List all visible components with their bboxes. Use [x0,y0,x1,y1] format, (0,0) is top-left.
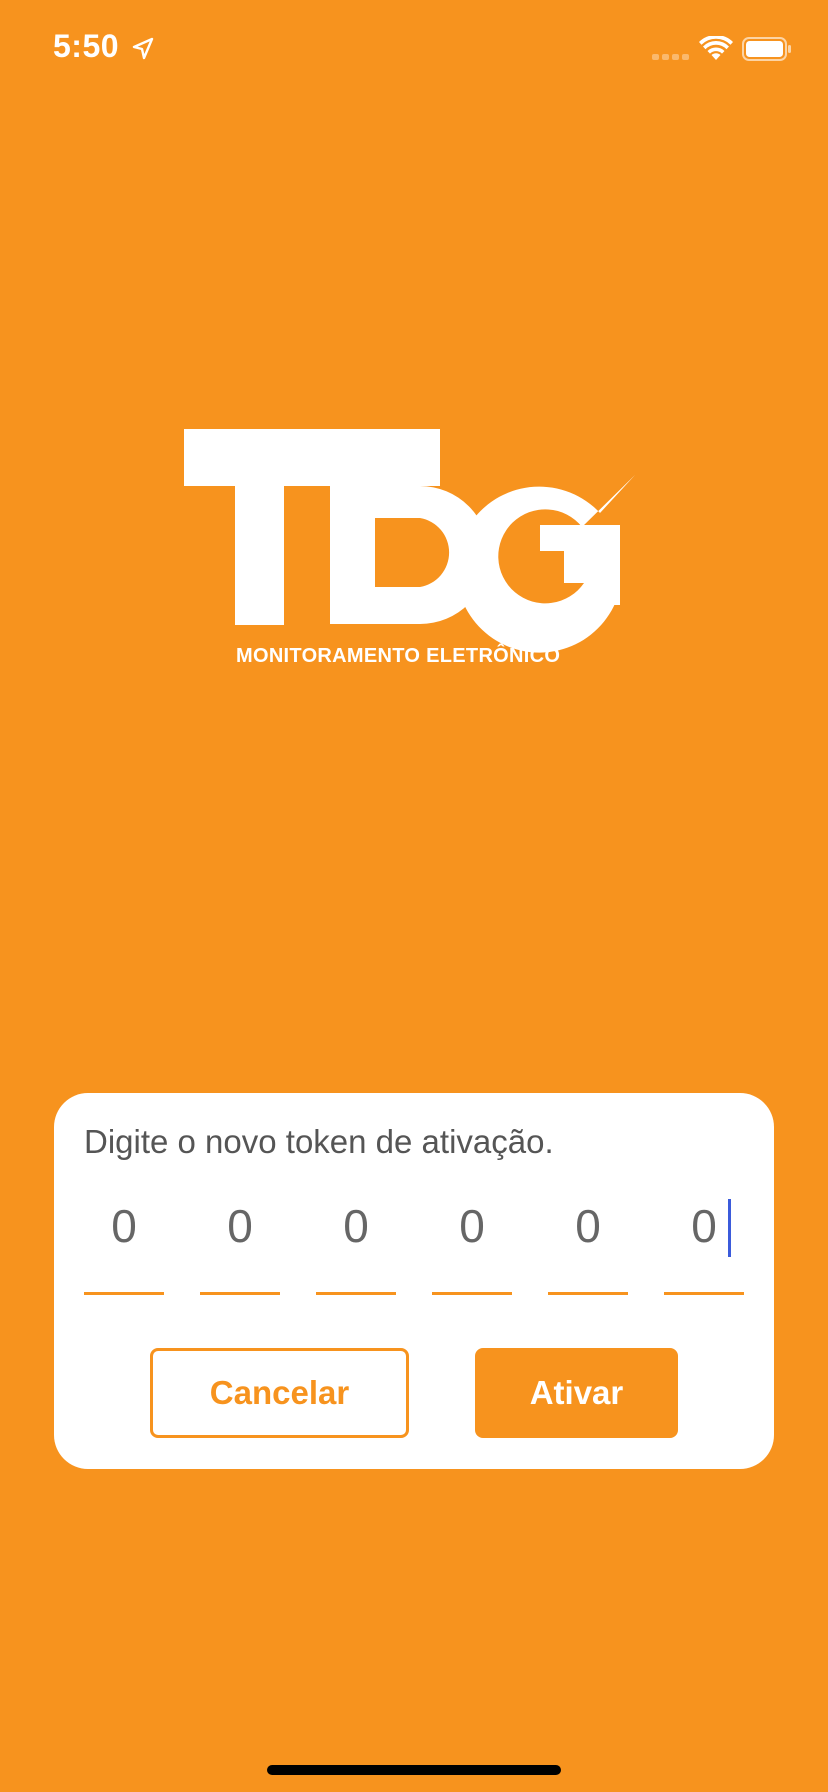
text-caret [728,1199,731,1257]
tdg-logo [184,429,635,653]
cellular-signal-icon [652,54,689,60]
token-digit-5[interactable]: 0 [548,1203,628,1303]
digit-underline [432,1292,512,1295]
status-bar: 5:50 [0,0,828,100]
token-dialog: Digite o novo token de ativação. 0 0 0 0… [54,1093,774,1469]
battery-icon [742,37,791,61]
token-digit-value: 0 [575,1200,601,1252]
cancel-button[interactable]: Cancelar [150,1348,409,1438]
logo-subtitle: MONITORAMENTO ELETRÔNICO [236,645,561,667]
activate-button[interactable]: Ativar [475,1348,678,1438]
digit-underline [200,1292,280,1295]
status-time: 5:50 [53,28,120,64]
token-input[interactable]: 0 0 0 0 0 0 [84,1199,748,1303]
location-arrow-icon [132,37,154,60]
dialog-message: Digite o novo token de ativação. [84,1123,554,1160]
token-digit-2[interactable]: 0 [200,1203,280,1303]
token-digit-value: 0 [459,1200,485,1252]
token-digit-3[interactable]: 0 [316,1203,396,1303]
token-digit-value: 0 [111,1200,137,1252]
digit-underline [664,1292,744,1295]
token-digit-value: 0 [227,1200,253,1252]
digit-underline [316,1292,396,1295]
token-digit-value: 0 [691,1200,717,1252]
wifi-icon [699,36,733,60]
digit-underline [84,1292,164,1295]
token-digit-1[interactable]: 0 [84,1203,164,1303]
token-digit-4[interactable]: 0 [432,1203,512,1303]
digit-underline [548,1292,628,1295]
token-digit-6[interactable]: 0 [664,1199,744,1303]
home-indicator[interactable] [267,1765,561,1775]
token-digit-value: 0 [343,1200,369,1252]
